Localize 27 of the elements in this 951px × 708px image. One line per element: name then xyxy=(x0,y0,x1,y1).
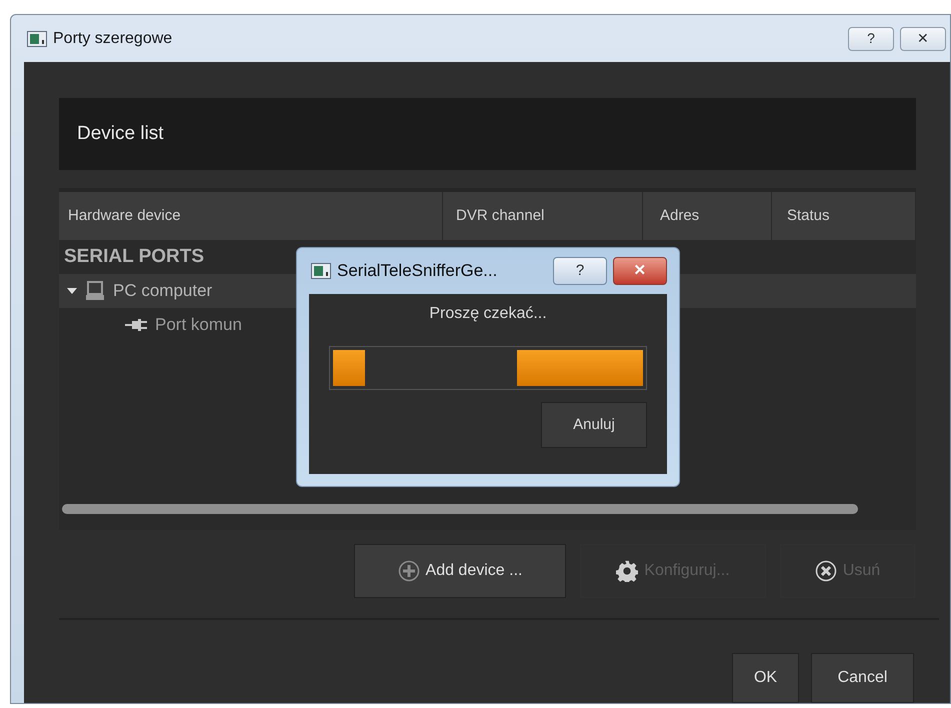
gear-icon xyxy=(616,560,638,582)
dialog-button[interactable]: Cancel xyxy=(811,653,914,703)
close-circle-icon xyxy=(814,560,837,582)
computer-icon xyxy=(85,281,105,301)
app-icon xyxy=(27,30,47,46)
help-button[interactable]: ? xyxy=(553,257,607,285)
wait-message: Proszę czekać... xyxy=(429,304,547,324)
close-button[interactable]: ✕ xyxy=(900,26,946,50)
dialog-button[interactable]: OK xyxy=(732,653,799,703)
expand-arrow-icon[interactable] xyxy=(67,287,77,295)
column-header[interactable]: Status xyxy=(772,192,916,240)
tree-item[interactable]: PC computer xyxy=(113,278,212,304)
dialog-title: SerialTeleSnifferGe... xyxy=(337,260,498,282)
plus-circle-icon xyxy=(398,560,420,582)
window-title: Porty szeregowe xyxy=(53,28,172,48)
abort-button[interactable]: Anuluj xyxy=(541,402,647,448)
column-header[interactable]: Hardware device xyxy=(59,192,443,240)
column-header[interactable]: DVR channel xyxy=(443,192,643,240)
action-button[interactable]: Add device ... xyxy=(354,544,566,598)
panel-title: Device list xyxy=(77,122,164,146)
tree-item[interactable]: Port komun xyxy=(155,312,242,338)
group-label: SERIAL PORTS xyxy=(64,244,204,269)
column-header[interactable]: Adres xyxy=(643,192,772,240)
plug-icon xyxy=(125,318,147,332)
app-icon xyxy=(311,263,331,279)
help-button[interactable]: ? xyxy=(848,26,894,50)
scrollbar-thumb[interactable] xyxy=(62,504,858,514)
